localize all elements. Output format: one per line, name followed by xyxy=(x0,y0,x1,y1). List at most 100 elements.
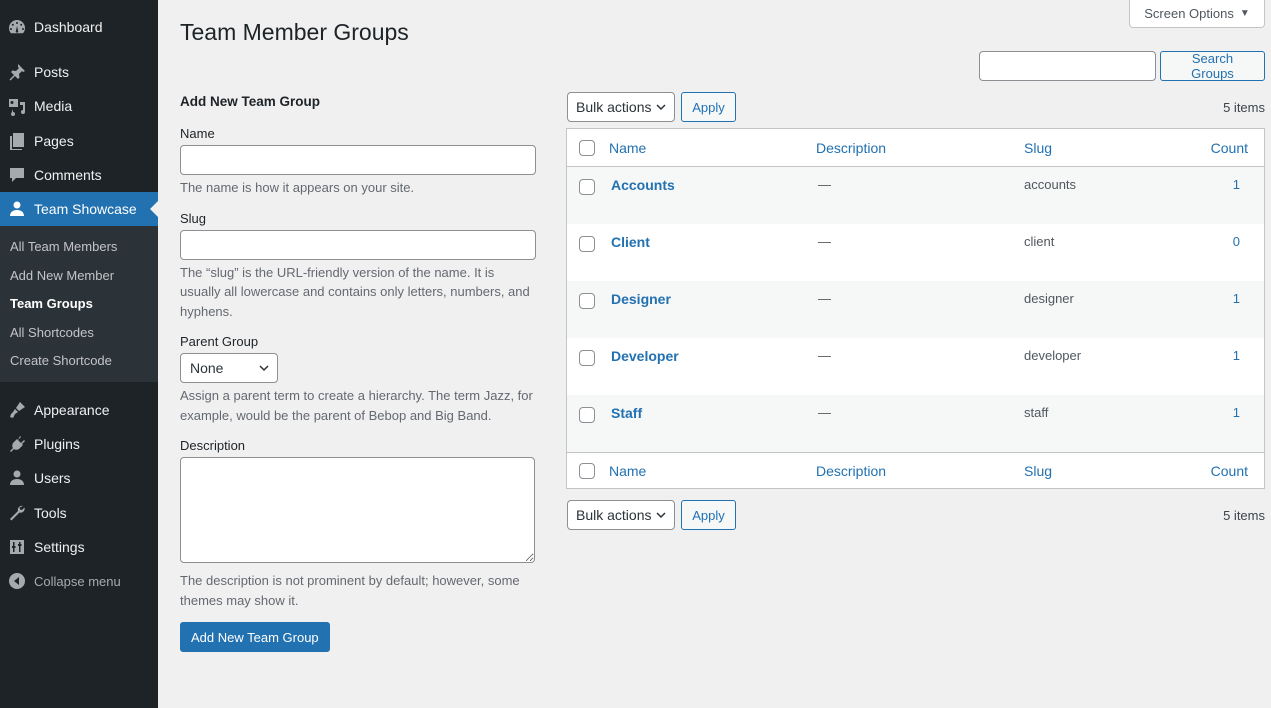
group-name-link[interactable]: Developer xyxy=(609,348,679,364)
group-slug: client xyxy=(1024,234,1055,249)
group-name-link[interactable]: Accounts xyxy=(609,177,675,193)
collapse-icon xyxy=(0,571,34,591)
group-slug: accounts xyxy=(1024,177,1077,192)
row-checkbox[interactable] xyxy=(579,350,595,366)
tablenav-bottom: Bulk actions Apply 5 items xyxy=(567,500,1265,530)
screen-options-button[interactable]: Screen Options ▼ xyxy=(1129,0,1265,28)
dashboard-icon xyxy=(0,17,34,37)
group-description: — xyxy=(818,291,831,306)
select-all-checkbox-footer[interactable] xyxy=(579,462,595,479)
sidebar-item-settings[interactable]: Settings xyxy=(0,530,158,564)
search-groups-input[interactable] xyxy=(979,51,1156,81)
table-row: Accounts — accounts 1 xyxy=(567,167,1264,224)
sidebar-item-pages[interactable]: Pages xyxy=(0,124,158,158)
sidebar-item-dashboard[interactable]: Dashboard xyxy=(0,10,158,44)
group-name-link[interactable]: Client xyxy=(609,234,650,250)
row-checkbox[interactable] xyxy=(579,407,595,423)
apply-button-bottom[interactable]: Apply xyxy=(681,500,736,530)
group-description: — xyxy=(818,405,831,420)
items-count: 5 items xyxy=(1223,99,1265,115)
column-slug-header[interactable]: Slug xyxy=(1024,140,1174,156)
name-field: Name The name is how it appears on your … xyxy=(180,126,536,198)
submenu-add-new-member[interactable]: Add New Member xyxy=(0,262,158,291)
bulk-actions-select-bottom[interactable]: Bulk actions xyxy=(567,500,675,530)
wrench-icon xyxy=(0,503,34,523)
user-icon xyxy=(0,199,34,219)
group-description: — xyxy=(818,177,831,192)
column-description-footer[interactable]: Description xyxy=(816,463,1024,479)
group-name-link[interactable]: Designer xyxy=(609,291,671,307)
name-help: The name is how it appears on your site. xyxy=(180,180,415,195)
column-description-header[interactable]: Description xyxy=(816,140,1024,156)
row-checkbox[interactable] xyxy=(579,236,595,252)
table-row: Developer — developer 1 xyxy=(567,338,1264,395)
row-checkbox[interactable] xyxy=(579,179,595,195)
group-count-link[interactable]: 1 xyxy=(1233,348,1248,363)
select-all-checkbox[interactable] xyxy=(579,139,595,156)
column-count-footer[interactable]: Count xyxy=(1174,463,1248,479)
tablenav-top: Bulk actions Apply 5 items xyxy=(567,92,1265,122)
chevron-down-icon xyxy=(259,365,269,372)
submenu-create-shortcode[interactable]: Create Shortcode xyxy=(0,347,158,376)
sidebar-item-comments[interactable]: Comments xyxy=(0,158,158,192)
column-name-footer[interactable]: Name xyxy=(609,463,816,479)
users-icon xyxy=(0,468,34,488)
parent-group-select[interactable]: None xyxy=(180,353,278,383)
items-count-bottom: 5 items xyxy=(1223,507,1265,523)
bulk-actions-select[interactable]: Bulk actions xyxy=(567,92,675,122)
table-row: Designer — designer 1 xyxy=(567,281,1264,338)
page-title: Team Member Groups xyxy=(180,19,409,45)
submenu-team-groups[interactable]: Team Groups xyxy=(0,290,158,319)
search-groups-button[interactable]: Search Groups xyxy=(1160,51,1265,81)
parent-label: Parent Group xyxy=(180,334,259,349)
name-input[interactable] xyxy=(180,145,536,175)
group-slug: designer xyxy=(1024,291,1074,306)
comment-icon xyxy=(0,165,34,185)
table-row: Staff — staff 1 xyxy=(567,395,1264,452)
column-count-header[interactable]: Count xyxy=(1174,140,1248,156)
table-header: Name Description Slug Count xyxy=(567,129,1264,167)
table-footer: Name Description Slug Count xyxy=(567,452,1264,488)
sidebar-item-media[interactable]: Media xyxy=(0,89,158,123)
submenu-all-shortcodes[interactable]: All Shortcodes xyxy=(0,319,158,348)
group-count-link[interactable]: 1 xyxy=(1233,177,1248,192)
slug-help: The “slug” is the URL-friendly version o… xyxy=(180,264,530,319)
slug-input[interactable] xyxy=(180,229,536,260)
table-row: Client — client 0 xyxy=(567,224,1264,281)
paintbrush-icon xyxy=(0,400,34,420)
chevron-down-icon xyxy=(656,512,666,519)
sidebar-item-team-showcase[interactable]: Team Showcase xyxy=(0,192,158,226)
description-textarea[interactable] xyxy=(180,457,535,563)
sidebar-item-plugins[interactable]: Plugins xyxy=(0,427,158,461)
sidebar-item-appearance[interactable]: Appearance xyxy=(0,393,158,427)
add-new-group-button[interactable]: Add New Team Group xyxy=(180,622,330,652)
team-showcase-submenu: All Team Members Add New Member Team Gro… xyxy=(0,226,158,382)
chevron-down-icon xyxy=(656,104,666,111)
add-group-form: Add New Team Group Name The name is how … xyxy=(180,94,536,652)
group-count-link[interactable]: 0 xyxy=(1233,234,1248,249)
pin-icon xyxy=(0,62,34,82)
form-heading: Add New Team Group xyxy=(180,94,321,109)
sidebar-item-users[interactable]: Users xyxy=(0,461,158,495)
media-icon xyxy=(0,96,34,116)
column-slug-footer[interactable]: Slug xyxy=(1024,463,1174,479)
sidebar-item-tools[interactable]: Tools xyxy=(0,496,158,530)
column-name-header[interactable]: Name xyxy=(609,140,816,156)
admin-sidebar: Dashboard Posts Media Pages Comments Tea… xyxy=(0,0,158,708)
row-checkbox[interactable] xyxy=(579,293,595,309)
group-count-link[interactable]: 1 xyxy=(1233,405,1248,420)
parent-help: Assign a parent term to create a hierarc… xyxy=(180,388,533,423)
group-slug: staff xyxy=(1024,405,1049,420)
group-description: — xyxy=(818,348,831,363)
group-count-link[interactable]: 1 xyxy=(1233,291,1248,306)
caret-down-icon: ▼ xyxy=(1239,8,1250,19)
slug-label: Slug xyxy=(180,210,207,226)
submenu-all-team-members[interactable]: All Team Members xyxy=(0,233,158,262)
plugin-icon xyxy=(0,434,34,454)
group-name-link[interactable]: Staff xyxy=(609,405,642,421)
group-slug: developer xyxy=(1024,348,1082,363)
apply-button[interactable]: Apply xyxy=(681,92,736,122)
sidebar-item-posts[interactable]: Posts xyxy=(0,55,158,89)
collapse-menu-button[interactable]: Collapse menu xyxy=(0,564,158,598)
slug-field: Slug The “slug” is the URL-friendly vers… xyxy=(180,211,536,322)
